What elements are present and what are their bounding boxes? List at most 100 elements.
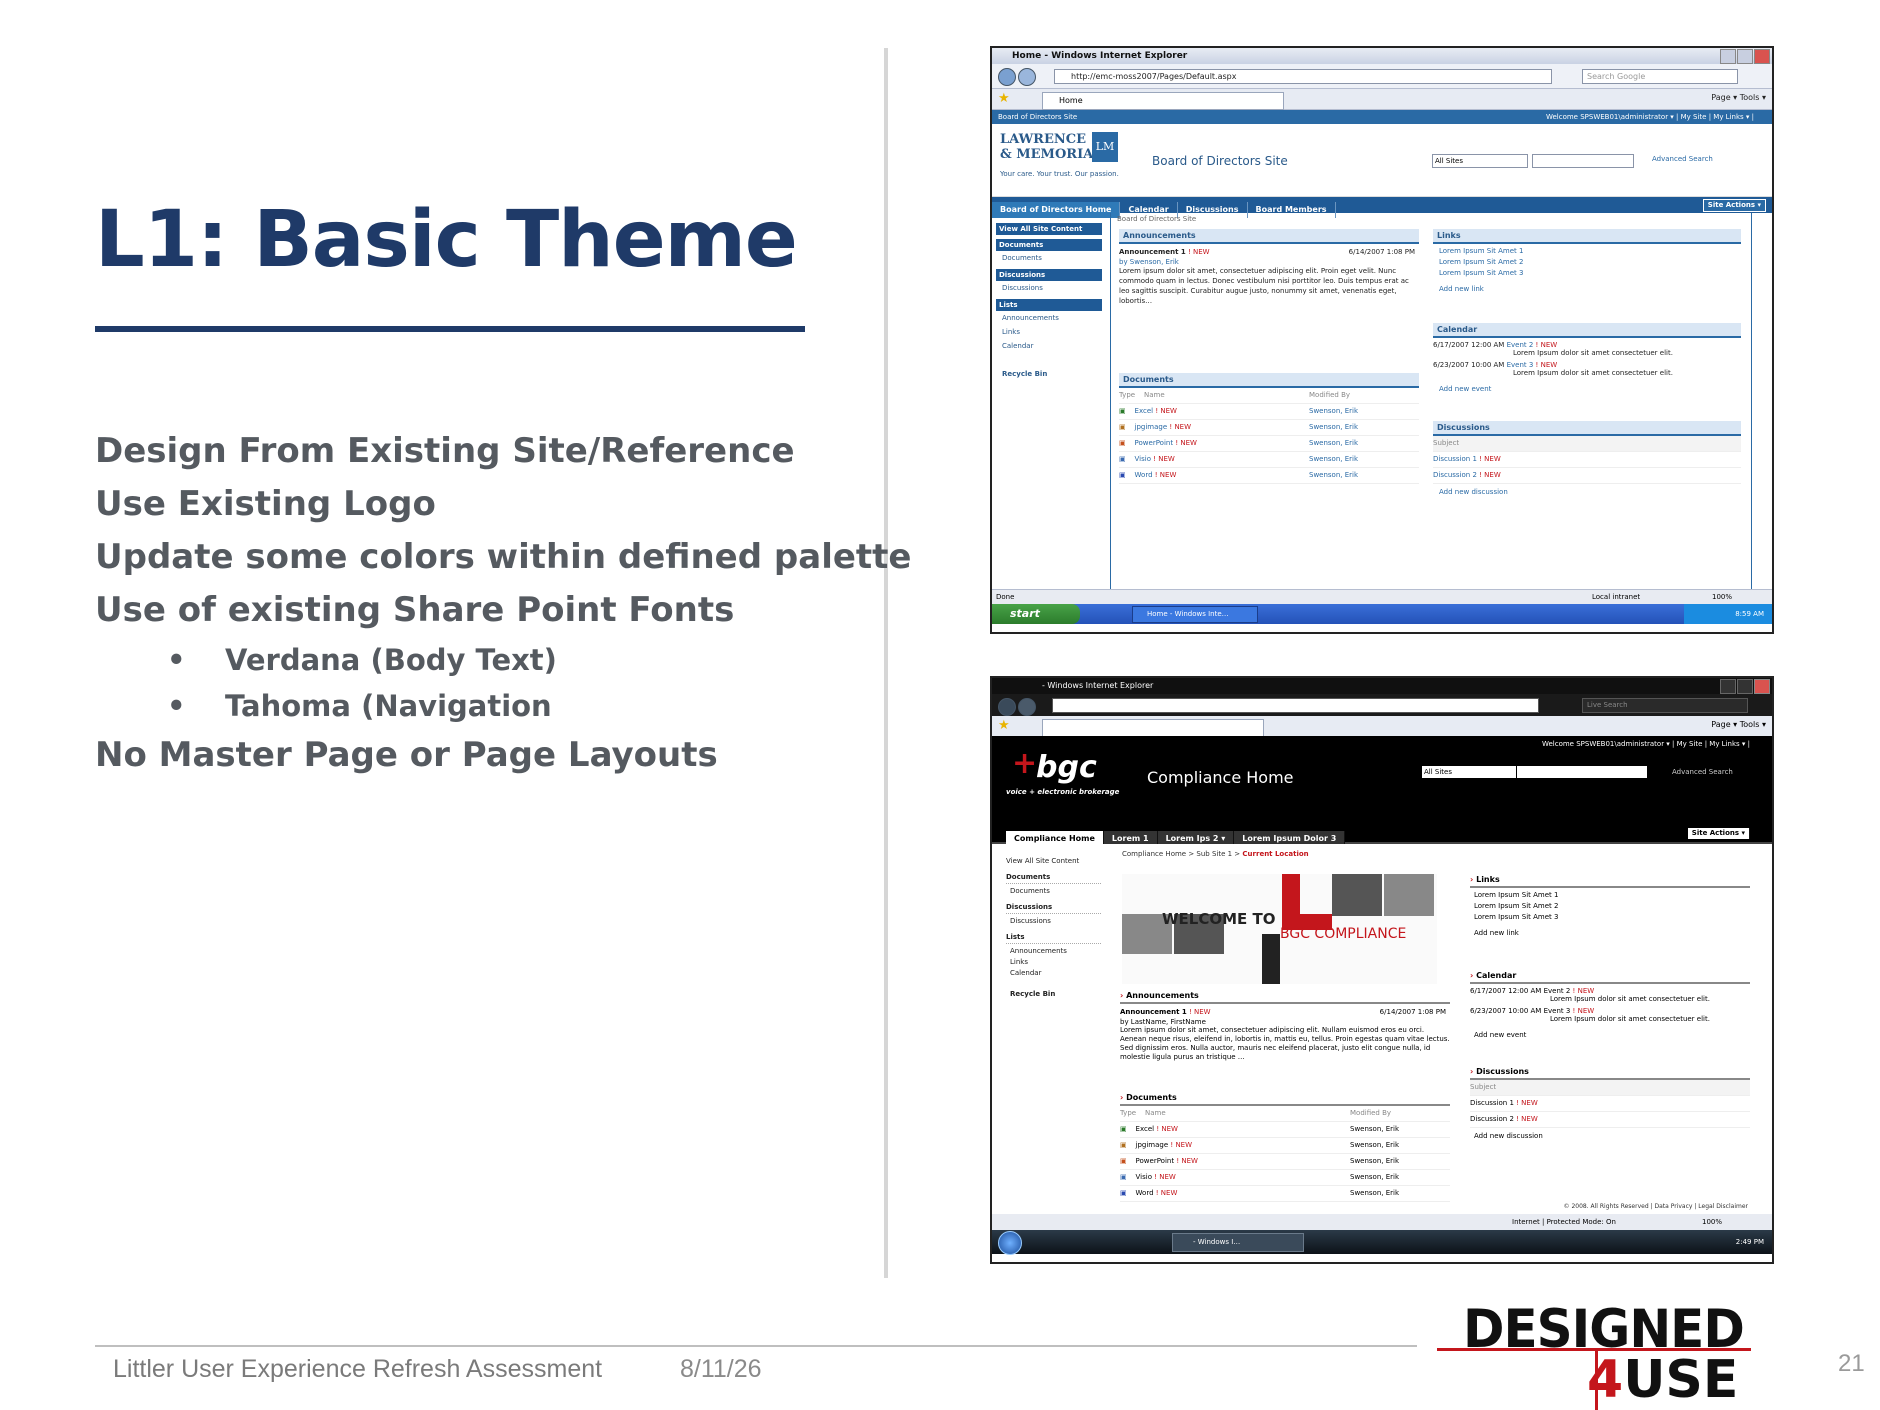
table-row[interactable]: ▣ Visio ! NEW Swenson, Erik — [1119, 452, 1419, 468]
doc-name[interactable]: Word — [1135, 471, 1153, 479]
search-scope-select[interactable]: All Sites — [1422, 766, 1516, 778]
start-orb-icon[interactable] — [998, 1231, 1022, 1255]
table-row[interactable]: ▣ Excel ! NEW Swenson, Erik — [1119, 404, 1419, 420]
webpart-title-text[interactable]: Discussions — [1476, 1067, 1529, 1076]
discussion-link[interactable]: Discussion 1 — [1433, 455, 1477, 463]
ql-item[interactable]: Links — [1006, 955, 1101, 966]
doc-name[interactable]: Visio — [1135, 455, 1151, 463]
doc-modified-by[interactable]: Swenson, Erik — [1309, 452, 1358, 467]
ql-heading[interactable]: Documents — [996, 239, 1102, 251]
recycle-bin-link[interactable]: Recycle Bin — [996, 367, 1102, 381]
back-icon[interactable] — [998, 698, 1016, 716]
site-actions-button[interactable]: Site Actions ▾ — [1687, 828, 1750, 839]
doc-name[interactable]: Visio — [1136, 1173, 1152, 1181]
advanced-search-link[interactable]: Advanced Search — [1672, 768, 1733, 776]
ql-item[interactable]: Discussions — [996, 281, 1102, 295]
ql-item[interactable]: Announcements — [1006, 944, 1101, 955]
browser-tab[interactable] — [1042, 719, 1264, 737]
ql-heading[interactable]: Lists — [1006, 933, 1101, 944]
ql-item[interactable]: Calendar — [1006, 966, 1101, 977]
link-item[interactable]: Lorem Ipsum Sit Amet 2 — [1470, 899, 1750, 910]
minimize-icon[interactable] — [1720, 679, 1736, 694]
announcement-title[interactable]: Announcement 1 — [1119, 248, 1186, 256]
welcome-menu[interactable]: Welcome SPSWEB01\administrator ▾ | My Si… — [1546, 110, 1754, 124]
event-name[interactable]: Event 2 — [1507, 341, 1534, 349]
announcement-author[interactable]: by LastName, FirstName — [1120, 1018, 1450, 1026]
doc-name[interactable]: jpgimage — [1136, 1141, 1169, 1149]
close-icon[interactable] — [1754, 49, 1770, 64]
breadcrumb[interactable]: Board of Directors Site — [1117, 215, 1196, 223]
site-search-input[interactable] — [1532, 154, 1634, 168]
webpart-title-text[interactable]: Links — [1476, 875, 1500, 884]
discussion-link[interactable]: Discussion 1 — [1470, 1099, 1514, 1107]
taskbar-button[interactable]: - Windows I… — [1172, 1233, 1304, 1252]
close-icon[interactable] — [1754, 679, 1770, 694]
ql-heading[interactable]: Lists — [996, 299, 1102, 311]
view-all-link[interactable]: View All Site Content — [996, 223, 1102, 235]
maximize-icon[interactable] — [1737, 679, 1753, 694]
command-bar[interactable]: Page ▾ Tools ▾ — [1711, 93, 1766, 102]
event-name[interactable]: Event 3 — [1544, 1007, 1571, 1015]
ql-item[interactable]: Calendar — [996, 339, 1102, 353]
site-search-input[interactable] — [1517, 766, 1647, 778]
link-item[interactable]: Lorem Ipsum Sit Amet 2 — [1433, 255, 1741, 266]
doc-modified-by[interactable]: Swenson, Erik — [1350, 1138, 1399, 1153]
doc-modified-by[interactable]: Swenson, Erik — [1309, 436, 1358, 451]
ql-heading[interactable]: Documents — [1006, 873, 1101, 884]
link-item[interactable]: Lorem Ipsum Sit Amet 3 — [1433, 266, 1741, 277]
list-item[interactable]: Discussion 1 ! NEW — [1433, 452, 1741, 468]
doc-modified-by[interactable]: Swenson, Erik — [1350, 1154, 1399, 1169]
browser-tab[interactable]: Home — [1042, 92, 1284, 110]
doc-modified-by[interactable]: Swenson, Erik — [1309, 468, 1358, 483]
minimize-icon[interactable] — [1720, 49, 1736, 64]
footer-copyright[interactable]: © 2008. All Rights Reserved | Data Priva… — [1564, 1203, 1748, 1210]
favorites-star-icon[interactable]: ★ — [998, 91, 1010, 106]
forward-icon[interactable] — [1018, 698, 1036, 716]
start-button[interactable]: start — [992, 604, 1080, 624]
ql-item[interactable]: Documents — [996, 251, 1102, 265]
ql-heading[interactable]: Discussions — [1006, 903, 1101, 914]
search-field[interactable]: Search Google — [1582, 69, 1738, 84]
ql-item[interactable]: Documents — [1006, 884, 1101, 895]
webpart-title[interactable]: Discussions — [1433, 421, 1741, 436]
link-item[interactable]: Lorem Ipsum Sit Amet 3 — [1470, 910, 1750, 921]
webpart-title[interactable]: Documents — [1119, 373, 1419, 388]
table-row[interactable]: ▣ jpgimage ! NEW Swenson, Erik — [1119, 420, 1419, 436]
table-row[interactable]: ▣ Word ! NEW Swenson, Erik — [1119, 468, 1419, 484]
list-item[interactable]: Discussion 2 ! NEW — [1433, 468, 1741, 484]
doc-name[interactable]: Excel — [1136, 1125, 1155, 1133]
table-row[interactable]: ▣ jpgimage ! NEW Swenson, Erik — [1120, 1138, 1450, 1154]
ql-item[interactable]: Announcements — [996, 311, 1102, 325]
table-row[interactable]: ▣ Word ! NEW Swenson, Erik — [1120, 1186, 1450, 1202]
ql-heading[interactable]: Discussions — [996, 269, 1102, 281]
doc-modified-by[interactable]: Swenson, Erik — [1309, 420, 1358, 435]
site-actions-button[interactable]: Site Actions ▾ — [1702, 199, 1766, 212]
discussion-link[interactable]: Discussion 2 — [1433, 471, 1477, 479]
add-event-button[interactable]: Add new event — [1470, 1023, 1750, 1039]
favorites-star-icon[interactable]: ★ — [998, 718, 1010, 733]
breadcrumb-path[interactable]: Compliance Home > Sub Site 1 > — [1122, 850, 1240, 858]
zoom-level[interactable]: 100% — [1702, 1214, 1722, 1230]
table-row[interactable]: ▣ PowerPoint ! NEW Swenson, Erik — [1120, 1154, 1450, 1170]
table-row[interactable]: ▣ Excel ! NEW Swenson, Erik — [1120, 1122, 1450, 1138]
forward-icon[interactable] — [1018, 68, 1036, 86]
search-field[interactable]: Live Search — [1582, 698, 1748, 713]
maximize-icon[interactable] — [1737, 49, 1753, 64]
webpart-title[interactable]: Announcements — [1119, 229, 1419, 244]
webpart-title[interactable]: Calendar — [1433, 323, 1741, 338]
zoom-level[interactable]: 100% — [1712, 590, 1732, 604]
site-breadcrumb[interactable]: Board of Directors Site — [998, 113, 1077, 121]
add-event-button[interactable]: Add new event — [1433, 377, 1741, 393]
add-link-button[interactable]: Add new link — [1470, 921, 1750, 937]
view-all-link[interactable]: View All Site Content — [1006, 854, 1101, 865]
table-row[interactable]: ▣ PowerPoint ! NEW Swenson, Erik — [1119, 436, 1419, 452]
discussion-link[interactable]: Discussion 2 — [1470, 1115, 1514, 1123]
doc-name[interactable]: Excel — [1135, 407, 1154, 415]
taskbar-button[interactable]: Home - Windows Inte… — [1132, 606, 1258, 623]
list-item[interactable]: Discussion 2 ! NEW — [1470, 1112, 1750, 1128]
url-field[interactable] — [1052, 698, 1539, 713]
doc-modified-by[interactable]: Swenson, Erik — [1350, 1186, 1399, 1201]
recycle-bin-link[interactable]: Recycle Bin — [1006, 987, 1101, 998]
webpart-title-text[interactable]: Announcements — [1126, 991, 1199, 1000]
webpart-title-text[interactable]: Documents — [1126, 1093, 1177, 1102]
